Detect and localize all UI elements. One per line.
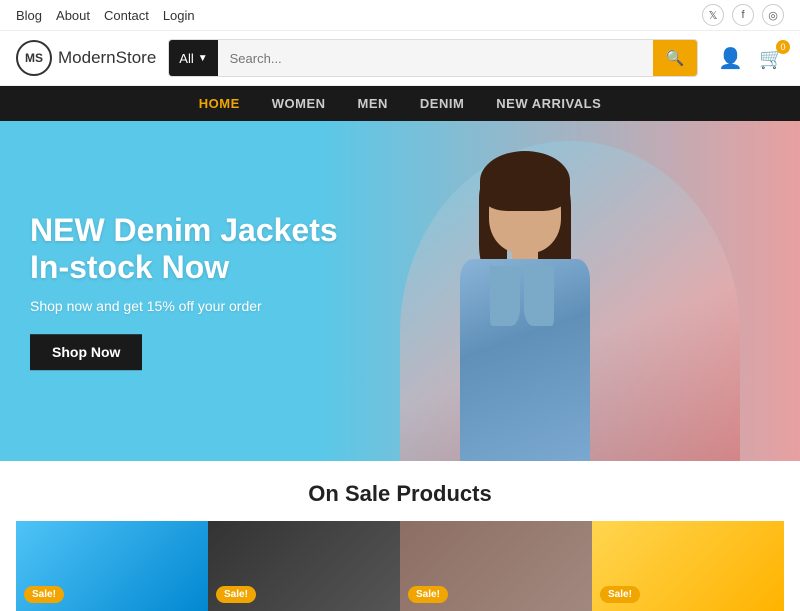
login-link[interactable]: Login <box>163 8 195 23</box>
nav-item-denim[interactable]: DENIM <box>420 96 464 111</box>
logo-text: ModernStore <box>58 48 156 68</box>
on-sale-section: On Sale Products Sale! Sale! Sale! Sale! <box>0 461 800 611</box>
main-nav: HOME WOMEN MEN DENIM NEW ARRIVALS <box>0 86 800 121</box>
hero-figure <box>350 121 700 461</box>
search-bar: All ▼ 🔍 <box>168 39 698 77</box>
chevron-down-icon: ▼ <box>198 53 208 64</box>
logo-light: Store <box>116 48 157 67</box>
facebook-icon[interactable]: f <box>732 4 754 26</box>
blog-link[interactable]: Blog <box>16 8 42 23</box>
user-icon[interactable]: 👤 <box>718 46 743 71</box>
sale-badge-1: Sale! <box>24 586 64 603</box>
logo[interactable]: MS ModernStore <box>16 40 156 76</box>
sale-card-3[interactable]: Sale! <box>400 521 592 611</box>
nav-item-new-arrivals[interactable]: NEW ARRIVALS <box>496 96 601 111</box>
sale-badge-2: Sale! <box>216 586 256 603</box>
logo-circle: MS <box>16 40 52 76</box>
twitter-icon[interactable]: 𝕏 <box>702 4 724 26</box>
search-category-label: All <box>179 51 193 66</box>
cart-icon[interactable]: 🛒 0 <box>759 46 784 71</box>
sale-badge-3: Sale! <box>408 586 448 603</box>
sale-card-1[interactable]: Sale! <box>16 521 208 611</box>
sale-card-2[interactable]: Sale! <box>208 521 400 611</box>
header-icons: 👤 🛒 0 <box>718 46 784 71</box>
sale-products: Sale! Sale! Sale! Sale! <box>16 521 784 611</box>
sale-badge-4: Sale! <box>600 586 640 603</box>
sale-card-4[interactable]: Sale! <box>592 521 784 611</box>
hero-content: NEW Denim Jackets In-stock Now Shop now … <box>30 212 350 370</box>
top-bar-links: Blog About Contact Login <box>16 8 195 23</box>
instagram-icon[interactable]: ◎ <box>762 4 784 26</box>
about-link[interactable]: About <box>56 8 90 23</box>
hero-banner: NEW Denim Jackets In-stock Now Shop now … <box>0 121 800 461</box>
search-button[interactable]: 🔍 <box>653 40 697 76</box>
search-input[interactable] <box>218 40 654 76</box>
nav-item-men[interactable]: MEN <box>358 96 388 111</box>
logo-bold: Modern <box>58 48 116 67</box>
nav-item-women[interactable]: WOMEN <box>272 96 326 111</box>
top-bar: Blog About Contact Login 𝕏 f ◎ <box>0 0 800 31</box>
search-icon: 🔍 <box>666 49 685 67</box>
shop-now-button[interactable]: Shop Now <box>30 334 142 370</box>
hero-title: NEW Denim Jackets In-stock Now <box>30 212 350 286</box>
contact-link[interactable]: Contact <box>104 8 149 23</box>
hero-subtitle: Shop now and get 15% off your order <box>30 298 350 314</box>
cart-badge: 0 <box>776 40 790 54</box>
top-bar-social: 𝕏 f ◎ <box>702 4 784 26</box>
search-category-button[interactable]: All ▼ <box>169 40 217 76</box>
nav-item-home[interactable]: HOME <box>199 96 240 111</box>
header: MS ModernStore All ▼ 🔍 👤 🛒 0 <box>0 31 800 86</box>
on-sale-title: On Sale Products <box>16 481 784 507</box>
